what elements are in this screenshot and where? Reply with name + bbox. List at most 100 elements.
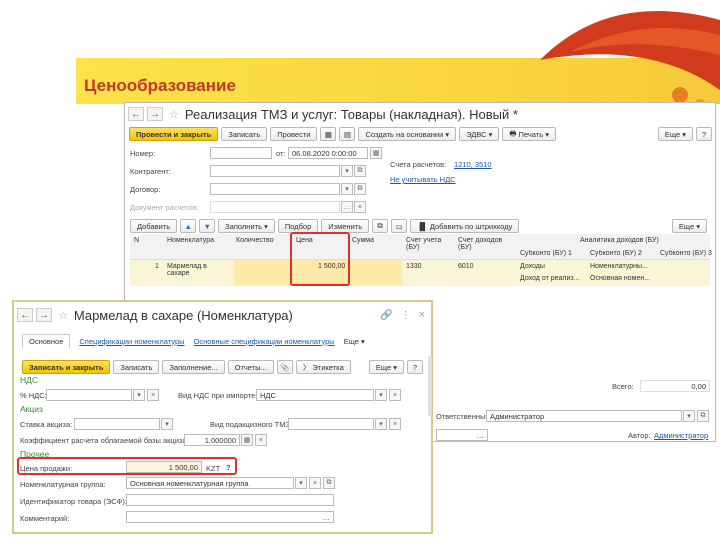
group-open-icon[interactable]: ⧉ <box>323 477 335 489</box>
comment-field[interactable]: … <box>126 511 334 523</box>
edvs-label: ЭДВС <box>466 129 487 139</box>
barcode-button[interactable]: ▐▌ Добавить по штрихкоду <box>410 219 520 233</box>
number-field[interactable] <box>210 147 272 159</box>
contractor-field[interactable] <box>210 165 340 177</box>
contract-field[interactable] <box>210 183 340 195</box>
vat-rate-clear-icon[interactable]: × <box>147 389 159 401</box>
responsible-open-icon[interactable]: ⧉ <box>697 410 709 422</box>
group-clear-icon[interactable]: × <box>309 477 321 489</box>
esf-id-field[interactable] <box>126 494 334 506</box>
contractor-dropdown-icon[interactable]: ▾ <box>341 165 353 177</box>
comment-doc-field[interactable]: … <box>436 429 488 441</box>
tab-more[interactable]: Еще ▾ <box>344 337 365 346</box>
close-icon[interactable]: × <box>419 309 425 321</box>
vat-rate-label: % НДС: <box>20 391 47 400</box>
label-button-text: Этикетка <box>312 362 344 372</box>
contract-dropdown-icon[interactable]: ▾ <box>341 183 353 195</box>
star-icon[interactable]: ☆ <box>169 108 179 121</box>
post-button[interactable]: Провести <box>270 127 318 141</box>
responsible-field[interactable]: Администратор <box>486 410 682 422</box>
excise-type-dropdown-icon[interactable]: ▾ <box>375 418 387 430</box>
excise-coef-field[interactable]: 1,000000 <box>184 434 240 446</box>
print-button[interactable]: 🖶 Печать ▾ <box>502 127 556 141</box>
card-more-button[interactable]: Еще ▾ <box>368 360 404 374</box>
responsible-dropdown-icon[interactable]: ▾ <box>683 410 695 422</box>
vat-section-title: НДС <box>20 375 39 385</box>
group-dropdown-icon[interactable]: ▾ <box>295 477 307 489</box>
vat-rate-field[interactable] <box>46 389 132 401</box>
contractor-open-icon[interactable]: ⧉ <box>354 165 366 177</box>
card-back-arrow-icon[interactable]: ← <box>17 308 33 322</box>
quantity-cell[interactable] <box>234 260 292 286</box>
card-scrollbar[interactable] <box>428 356 432 416</box>
accounts-link[interactable]: 1210, 3510 <box>454 160 492 169</box>
print-label: Печать <box>518 129 544 139</box>
fill-button[interactable]: Заполнить ▾ <box>218 219 275 233</box>
move-down-icon[interactable]: ▼ <box>199 219 216 233</box>
move-up-icon[interactable]: ▲ <box>180 219 197 233</box>
select-button[interactable]: Подбор <box>277 219 319 233</box>
calc-doc-select-icon[interactable]: … <box>341 201 353 213</box>
label-button[interactable]: 〉 Этикетка <box>295 360 351 374</box>
vat-import-field[interactable]: НДС <box>256 389 374 401</box>
number-label: Номер: <box>130 149 156 158</box>
tab-more-label: Еще <box>343 336 359 346</box>
price-column-highlight <box>290 232 350 286</box>
table-toolbar: Добавить ▲ ▼ Заполнить ▾ Подбор Изменить… <box>130 217 710 235</box>
attachment-icon[interactable]: 📎 <box>276 360 293 374</box>
date-field[interactable]: 06.08.2020 0:00:00 <box>288 147 368 159</box>
post-and-close-button[interactable]: Провести и закрыть <box>129 127 219 141</box>
kebab-menu-icon[interactable]: ⋮ <box>401 310 411 321</box>
card-star-icon[interactable]: ☆ <box>58 309 68 322</box>
tab-specifications[interactable]: Спецификации номенклатуры <box>79 337 184 346</box>
row-sub1b: Доход от реализ... <box>520 275 580 282</box>
link-icon[interactable]: 🔗 <box>380 310 392 321</box>
author-link[interactable]: Администратор <box>654 431 708 440</box>
card-help-button[interactable]: ? <box>407 360 423 374</box>
table-more-button[interactable]: Еще ▾ <box>671 219 707 233</box>
comment-label: Комментарий: <box>20 514 70 523</box>
reports-button[interactable]: Отчеты... <box>227 360 274 374</box>
save-button[interactable]: Записать <box>221 127 268 141</box>
row-n: 1 <box>155 263 159 270</box>
excise-coef-clear-icon[interactable]: × <box>255 434 267 446</box>
ellipsis-icon: … <box>476 430 485 440</box>
calc-doc-field[interactable] <box>210 201 340 213</box>
add-row-button[interactable]: Добавить <box>130 219 178 233</box>
excise-rate-label: Ставка акциза: <box>20 420 73 429</box>
sum-cell[interactable] <box>348 260 402 286</box>
excise-rate-dropdown-icon[interactable]: ▾ <box>161 418 173 430</box>
tab-main-specifications[interactable]: Основные спецификации номенклатуры <box>194 337 335 346</box>
group-field[interactable]: Основная номенклатурная группа <box>126 477 294 489</box>
calc-doc-clear-icon[interactable]: × <box>354 201 366 213</box>
create-based-button[interactable]: Создать на основании ▾ <box>358 127 457 141</box>
excise-rate-field[interactable] <box>74 418 160 430</box>
card-tabs: Основное Спецификации номенклатуры Основ… <box>14 332 431 350</box>
card-forward-arrow-icon[interactable]: → <box>36 308 52 322</box>
tab-main[interactable]: Основное <box>22 334 71 348</box>
help-button[interactable]: ? <box>696 127 712 141</box>
save-and-close-button[interactable]: Записать и закрыть <box>22 360 111 374</box>
excise-type-field[interactable] <box>288 418 374 430</box>
card-title: Мармелад в сахаре (Номенклатура) <box>73 307 293 323</box>
excise-type-clear-icon[interactable]: × <box>389 418 401 430</box>
delete-icon[interactable]: ▭ <box>391 219 408 233</box>
vat-rate-dropdown-icon[interactable]: ▾ <box>133 389 145 401</box>
filling-button[interactable]: Заполнение... <box>162 360 225 374</box>
vat-import-clear-icon[interactable]: × <box>389 389 401 401</box>
report-icon[interactable]: ▤ <box>339 127 356 141</box>
vat-link[interactable]: Не учитывать НДС <box>390 175 456 184</box>
copy-icon[interactable]: ⧉ <box>372 219 389 233</box>
vat-import-dropdown-icon[interactable]: ▾ <box>375 389 387 401</box>
card-save-button[interactable]: Записать <box>113 360 160 374</box>
excise-coef-calc-icon[interactable]: ▦ <box>241 434 253 446</box>
forward-arrow-icon[interactable]: → <box>147 107 163 121</box>
contract-open-icon[interactable]: ⧉ <box>354 183 366 195</box>
change-button[interactable]: Изменить <box>321 219 370 233</box>
more-button[interactable]: Еще ▾ <box>657 127 693 141</box>
col-n: N <box>134 237 140 244</box>
calendar-icon[interactable]: ▦ <box>370 147 382 159</box>
edvs-button[interactable]: ЭДВС ▾ <box>459 127 500 141</box>
back-arrow-icon[interactable]: ← <box>128 107 144 121</box>
dt-kt-icon[interactable]: ▦ <box>320 127 337 141</box>
